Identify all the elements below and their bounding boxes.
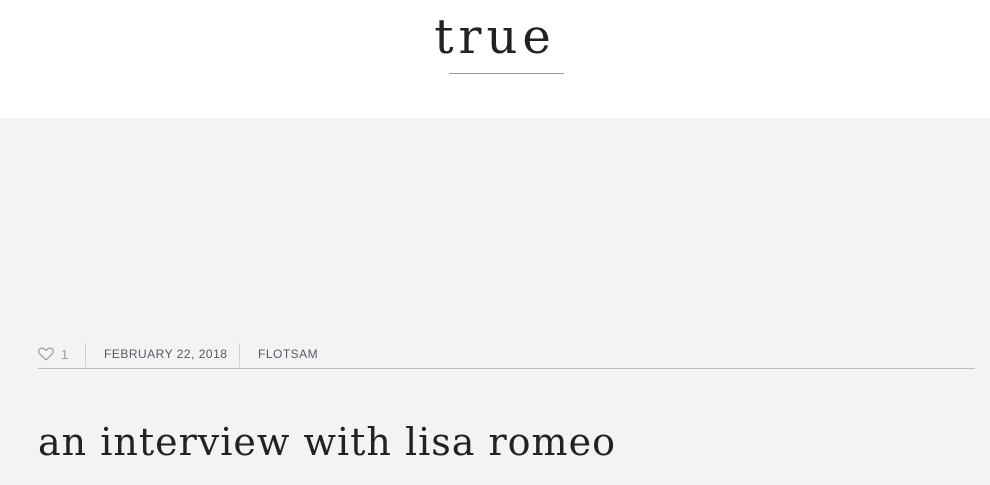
heart-outline-icon [38, 347, 54, 361]
meta-divider [239, 343, 240, 367]
site-title-link[interactable]: true [0, 4, 990, 70]
site-header: true [0, 0, 990, 118]
like-button[interactable]: 1 [38, 346, 68, 362]
post-date: FEBRUARY 22, 2018 [104, 347, 228, 361]
meta-divider [85, 343, 86, 367]
post-category-link[interactable]: FLOTSAM [258, 347, 318, 361]
site-title-underline [449, 73, 564, 74]
like-count: 1 [61, 346, 69, 362]
post-meta-bar: 1 FEBRUARY 22, 2018 FLOTSAM [38, 342, 975, 369]
post-title: an interview with lisa romeo [38, 420, 616, 464]
post-header-area: 1 FEBRUARY 22, 2018 FLOTSAM an interview… [0, 118, 990, 485]
